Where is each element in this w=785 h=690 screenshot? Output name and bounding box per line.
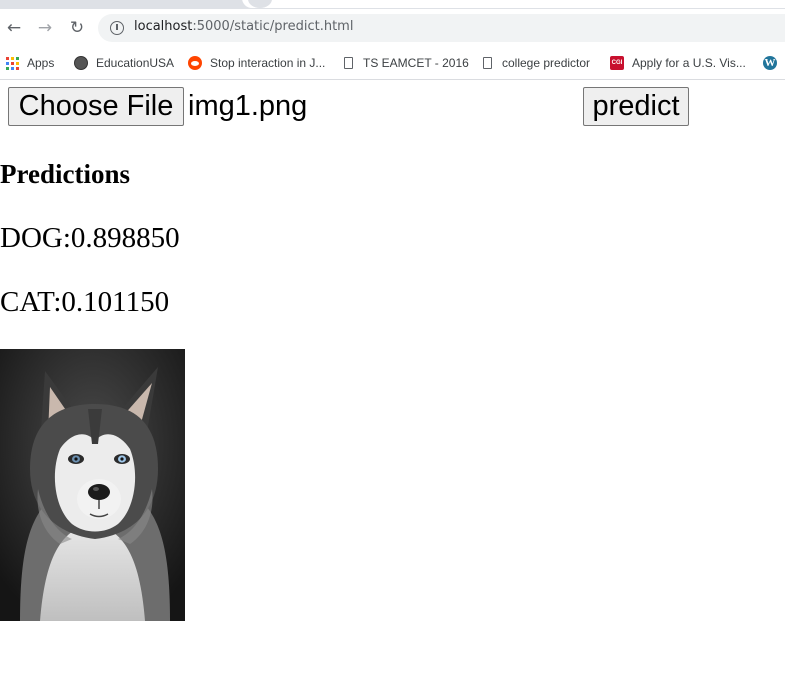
tab-strip xyxy=(0,0,785,9)
seal-icon xyxy=(74,56,88,70)
cgi-icon: CGI xyxy=(610,56,624,70)
predict-button[interactable]: predict xyxy=(583,87,689,126)
choose-file-button[interactable]: Choose File xyxy=(8,87,184,126)
bookmark-label: EducationUSA xyxy=(96,56,175,70)
bookmark-ts-eamcet[interactable]: TS EAMCET - 2016 xyxy=(342,53,469,73)
bookmark-college-predictor[interactable]: college predictor xyxy=(481,53,590,73)
address-bar[interactable]: localhost:5000/static/predict.html xyxy=(98,14,785,42)
bookmarks-bar: Apps EducationUSA Stop interaction in J.… xyxy=(0,47,785,80)
husky-photo xyxy=(0,349,185,621)
prediction-cat: CAT:0.101150 xyxy=(0,286,170,318)
selected-file-name: img1.png xyxy=(188,90,308,122)
bookmark-stop-interaction[interactable]: Stop interaction in J... xyxy=(188,53,325,73)
uploaded-image xyxy=(0,349,185,621)
bookmark-label: Apps xyxy=(27,56,55,70)
bookmark-wordpress[interactable]: W xyxy=(763,53,785,73)
bookmark-label: college predictor xyxy=(502,56,591,70)
wordpress-icon: W xyxy=(763,56,777,70)
bookmark-label: TS EAMCET - 2016 xyxy=(363,56,469,70)
bookmark-apply-visa[interactable]: CGI Apply for a U.S. Vis... xyxy=(610,53,746,73)
info-icon[interactable] xyxy=(110,21,124,35)
browser-chrome: ← → ↻ localhost:5000/static/predict.html… xyxy=(0,0,785,80)
url-host: localhost xyxy=(134,19,193,34)
page-icon xyxy=(344,57,353,69)
bookmark-apps[interactable]: Apps xyxy=(6,53,54,73)
page-content: Choose File img1.png predict Predictions… xyxy=(0,80,785,690)
apps-grid-icon xyxy=(6,56,19,70)
bookmark-educationusa[interactable]: EducationUSA xyxy=(74,53,174,73)
back-icon[interactable]: ← xyxy=(4,18,24,38)
forward-icon[interactable]: → xyxy=(35,18,55,38)
bookmark-label: Stop interaction in J... xyxy=(210,56,326,70)
reddit-icon xyxy=(188,56,202,70)
bookmark-label: Apply for a U.S. Vis... xyxy=(632,56,746,70)
url-text[interactable]: localhost:5000/static/predict.html xyxy=(134,19,353,34)
url-path: :5000/static/predict.html xyxy=(192,19,354,34)
toolbar: ← → ↻ localhost:5000/static/predict.html xyxy=(0,9,785,47)
active-tab[interactable] xyxy=(242,0,785,8)
prediction-dog: DOG:0.898850 xyxy=(0,222,180,254)
reload-icon[interactable]: ↻ xyxy=(67,18,87,38)
page-icon xyxy=(483,57,492,69)
predictions-heading: Predictions xyxy=(0,159,130,189)
